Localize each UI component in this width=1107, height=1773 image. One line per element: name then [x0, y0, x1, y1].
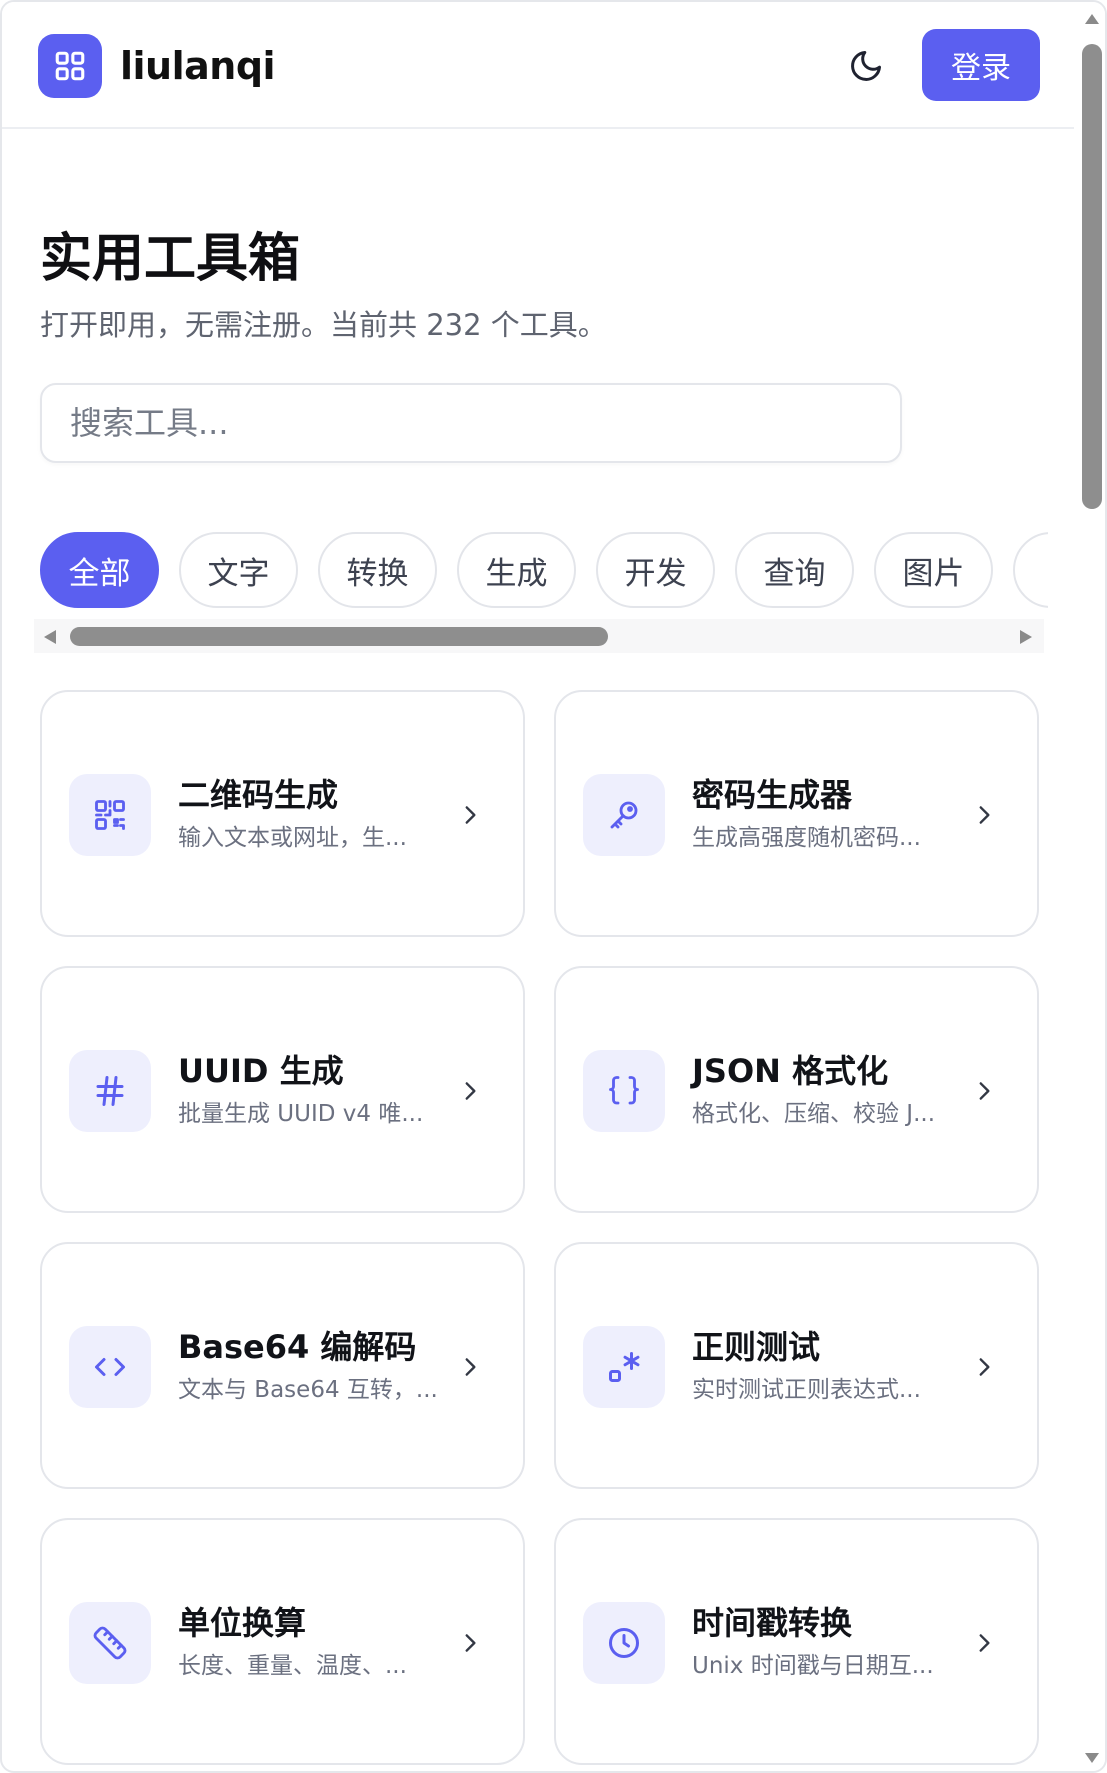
scroll-right-icon[interactable] — [1020, 630, 1032, 644]
tool-title: 正则测试 — [692, 1328, 821, 1366]
chevron-right-icon — [967, 1350, 1001, 1384]
login-button[interactable]: 登录 — [922, 29, 1040, 101]
search-input[interactable] — [40, 383, 902, 463]
tool-icon-box — [583, 1050, 665, 1132]
tool-card-qr-code[interactable]: 二维码生成 输入文本或网址，生... — [40, 690, 525, 937]
scroll-left-icon[interactable] — [44, 630, 56, 644]
tool-icon-box — [583, 1602, 665, 1684]
category-chip-query[interactable]: 查询 — [735, 532, 854, 608]
braces-icon — [609, 1076, 639, 1105]
tool-icon-box — [69, 1050, 151, 1132]
tool-title: 密码生成器 — [692, 776, 853, 814]
code-icon — [95, 1358, 125, 1376]
tool-description: 输入文本或网址，生... — [178, 825, 407, 851]
category-chip-all[interactable]: 全部 — [40, 532, 159, 608]
tool-description: 文本与 Base64 互转，... — [178, 1377, 438, 1403]
tool-title: UUID 生成 — [178, 1052, 344, 1090]
scroll-up-icon[interactable] — [1085, 14, 1099, 24]
chevron-right-icon — [967, 1626, 1001, 1660]
ruler-icon — [93, 1626, 127, 1660]
logo[interactable] — [38, 34, 102, 98]
tool-title: 时间戳转换 — [692, 1604, 853, 1642]
chevron-right-icon — [967, 1074, 1001, 1108]
brand-name[interactable]: liulanqi — [120, 40, 276, 92]
tool-icon-box — [69, 774, 151, 856]
tool-description: 长度、重量、温度、... — [178, 1653, 407, 1679]
tool-description: Unix 时间戳与日期互... — [692, 1653, 934, 1679]
tool-card-uuid[interactable]: UUID 生成 批量生成 UUID v4 唯... — [40, 966, 525, 1213]
site-header: liulanqi 登录 — [2, 2, 1074, 129]
vertical-scrollbar[interactable] — [1077, 2, 1105, 1771]
tools-grid: 二维码生成 输入文本或网址，生... 密码生成器 生成高强度随机密码... UU… — [40, 690, 1039, 1765]
chevron-right-icon — [453, 1626, 487, 1660]
tool-icon-box — [583, 1326, 665, 1408]
hash-icon — [96, 1076, 124, 1106]
browser-viewport: liulanqi 登录 实用工具箱 打开即用，无需注册。当前共 232 个工具。… — [0, 0, 1107, 1773]
category-chip-convert[interactable]: 转换 — [318, 532, 437, 608]
moon-icon — [851, 51, 881, 81]
tool-title: 单位换算 — [178, 1604, 307, 1642]
page-subtitle: 打开即用，无需注册。当前共 232 个工具。 — [40, 308, 607, 342]
scroll-down-icon[interactable] — [1085, 1753, 1099, 1763]
chevron-right-icon — [453, 1074, 487, 1108]
tool-card-json[interactable]: JSON 格式化 格式化、压缩、校验 J... — [554, 966, 1039, 1213]
tool-icon-box — [69, 1602, 151, 1684]
horizontal-scrollbar[interactable] — [34, 619, 1044, 653]
category-chip-generate[interactable]: 生成 — [457, 532, 576, 608]
grid-icon — [55, 51, 85, 81]
theme-toggle-button[interactable] — [840, 40, 892, 92]
qr-code-icon — [95, 800, 125, 830]
tool-description: 生成高强度随机密码... — [692, 825, 921, 851]
tool-card-regex[interactable]: 正则测试 实时测试正则表达式... — [554, 1242, 1039, 1489]
tool-description: 格式化、压缩、校验 J... — [692, 1101, 936, 1127]
chevron-right-icon — [453, 1350, 487, 1384]
tool-card-password[interactable]: 密码生成器 生成高强度随机密码... — [554, 690, 1039, 937]
tool-title: Base64 编解码 — [178, 1328, 417, 1366]
tool-icon-box — [69, 1326, 151, 1408]
key-icon — [610, 801, 638, 829]
chevron-right-icon — [967, 798, 1001, 832]
regex-icon — [609, 1352, 640, 1382]
page-title: 实用工具箱 — [40, 229, 301, 289]
tool-icon-box — [583, 774, 665, 856]
category-chip-dev[interactable]: 开发 — [596, 532, 715, 608]
tool-description: 批量生成 UUID v4 唯... — [178, 1101, 424, 1127]
category-tabs: 全部 文字 转换 生成 开发 查询 图片 证 — [40, 532, 1048, 612]
tool-card-base64[interactable]: Base64 编解码 文本与 Base64 互转，... — [40, 1242, 525, 1489]
tool-title: 二维码生成 — [178, 776, 339, 814]
category-chip-image[interactable]: 图片 — [874, 532, 993, 608]
chevron-right-icon — [453, 798, 487, 832]
category-chip-more[interactable]: 证 — [1013, 532, 1048, 608]
clock-icon — [609, 1628, 639, 1658]
horizontal-scroll-thumb[interactable] — [70, 627, 608, 646]
tool-card-unit-convert[interactable]: 单位换算 长度、重量、温度、... — [40, 1518, 525, 1765]
vertical-scroll-thumb[interactable] — [1082, 44, 1102, 509]
category-chip-text[interactable]: 文字 — [179, 532, 298, 608]
tool-description: 实时测试正则表达式... — [692, 1377, 921, 1403]
tool-title: JSON 格式化 — [692, 1052, 889, 1090]
tool-card-timestamp[interactable]: 时间戳转换 Unix 时间戳与日期互... — [554, 1518, 1039, 1765]
